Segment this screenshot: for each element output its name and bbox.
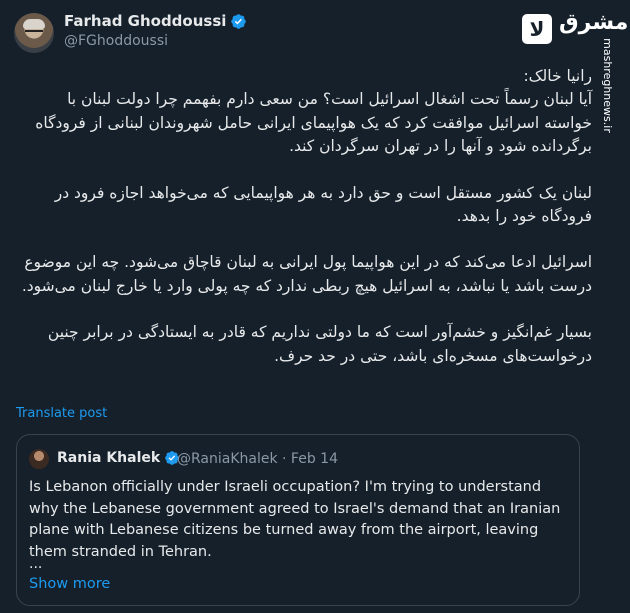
quoted-author-name-text[interactable]: Rania Khalek	[57, 450, 160, 466]
quoted-author-avatar[interactable]	[29, 449, 49, 469]
post-paragraph: آیا لبنان رسماً تحت اشغال اسرائیل است؟ م…	[35, 90, 592, 156]
brand-logo-word: مشرق	[559, 10, 629, 35]
quoted-post-text: Is Lebanon officially under Israeli occu…	[29, 479, 561, 560]
quoted-author-meta[interactable]: @RaniaKhalek · Feb 14	[177, 451, 338, 467]
post-body: رانیا خالک: آیا لبنان رسماً تحت اشغال اس…	[20, 65, 592, 391]
brand-watermark: mashreghnews.ir	[588, 38, 626, 133]
author-name[interactable]: Farhad Ghoddoussi	[64, 12, 247, 30]
author-handle[interactable]: @FGhoddoussi	[64, 33, 168, 49]
brand-logo-icon: لا	[522, 14, 552, 44]
verified-badge-icon	[231, 13, 247, 29]
brand-watermark-text: mashreghnews.ir	[600, 37, 614, 133]
post-greeting: رانیا خالک:	[523, 67, 592, 85]
author-avatar[interactable]	[14, 13, 54, 53]
translate-post-link[interactable]: Translate post	[16, 406, 107, 421]
quoted-author-name[interactable]: Rania Khalek	[57, 450, 180, 466]
post-paragraph: لبنان یک کشور مستقل است و حق دارد به هر …	[54, 183, 592, 226]
author-name-text[interactable]: Farhad Ghoddoussi	[64, 12, 226, 30]
show-more-link[interactable]: Show more	[29, 576, 110, 592]
quoted-post-ellipsis: ...	[29, 556, 43, 572]
quoted-post[interactable]: Rania Khalek @RaniaKhalek · Feb 14 Is Le…	[16, 434, 580, 606]
post-paragraph: اسرائیل ادعا می‌کند که در این هواپیما پو…	[21, 253, 592, 295]
post-paragraph: بسیار غم‌انگیز و خشم‌آور است که ما دولتی…	[47, 323, 592, 365]
